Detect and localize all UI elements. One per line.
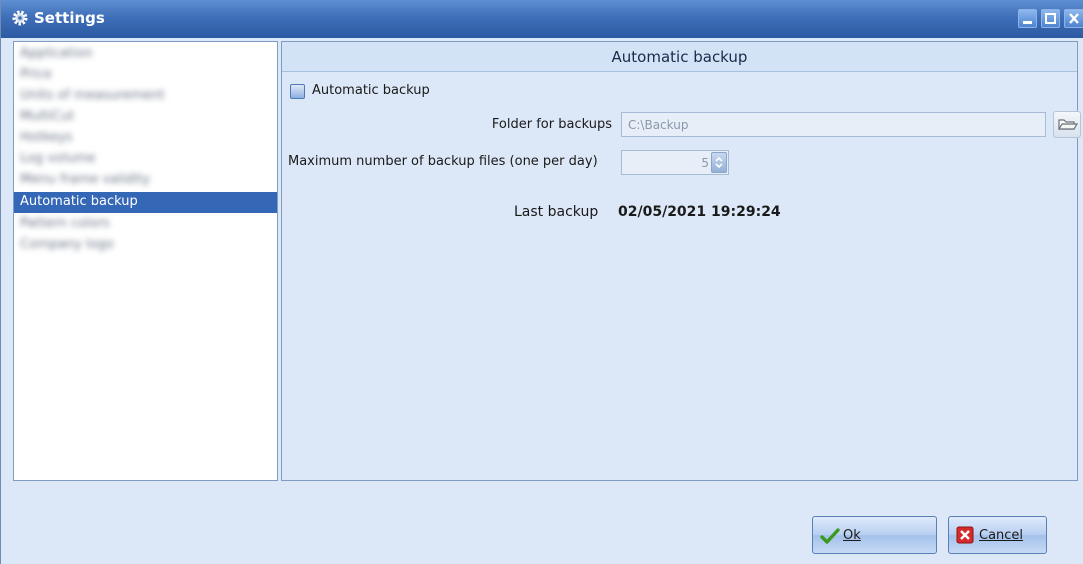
nav-item[interactable]: Pattern colors <box>14 214 277 235</box>
nav-item[interactable]: Price <box>14 65 277 86</box>
last-backup-label: Last backup <box>514 204 599 220</box>
automatic-backup-checkbox-label[interactable]: Automatic backup <box>312 83 430 98</box>
backup-folder-input[interactable]: C:\Backup <box>621 112 1046 137</box>
maximize-icon <box>1045 13 1056 24</box>
settings-nav-list[interactable]: Application Price Units of measurement M… <box>13 41 278 481</box>
nav-item-automatic-backup[interactable]: Automatic backup <box>14 192 277 213</box>
max-backup-files-spinner[interactable]: 5 <box>621 150 729 175</box>
cancel-x-icon <box>956 526 974 544</box>
close-icon <box>1069 13 1079 24</box>
settings-content-panel: Automatic backup Automatic backup Folder… <box>281 41 1081 481</box>
window-title: Settings <box>34 9 105 27</box>
settings-window: Settings Application Price Units of meas… <box>0 0 1083 564</box>
max-backup-files-value: 5 <box>701 156 709 170</box>
nav-item[interactable]: Units of measurement <box>14 86 277 107</box>
gear-icon <box>12 10 28 26</box>
close-button[interactable] <box>1064 9 1083 28</box>
nav-item[interactable]: Log volume <box>14 149 277 170</box>
folder-open-icon <box>1057 119 1079 130</box>
cancel-button-label: Cancel <box>979 528 1024 543</box>
nav-item[interactable]: MultiCut <box>14 107 277 128</box>
folder-label: Folder for backups <box>491 117 612 132</box>
spin-arrows-icon <box>715 156 723 169</box>
maximize-button[interactable] <box>1041 9 1060 28</box>
minimize-icon <box>1023 21 1032 24</box>
checkmark-icon <box>820 528 840 544</box>
nav-item[interactable]: Application <box>14 44 277 65</box>
cancel-button[interactable]: Cancel <box>948 516 1047 554</box>
last-backup-timestamp: 02/05/2021 19:29:24 <box>618 204 781 220</box>
ok-button[interactable]: Ok <box>812 516 937 554</box>
nav-item[interactable]: Hotkeys <box>14 128 277 149</box>
nav-item[interactable]: Company logo <box>14 235 277 256</box>
panel-header: Automatic backup <box>282 42 1077 72</box>
title-bar[interactable]: Settings <box>1 0 1083 38</box>
nav-item[interactable]: Menu frame validity <box>14 170 277 191</box>
automatic-backup-checkbox[interactable] <box>290 84 305 99</box>
max-backup-files-label: Maximum number of backup files (one per … <box>288 154 598 169</box>
browse-folder-button[interactable] <box>1053 111 1081 138</box>
ok-button-label: Ok <box>843 528 861 543</box>
minimize-button[interactable] <box>1018 9 1037 28</box>
spin-button[interactable] <box>711 152 727 173</box>
